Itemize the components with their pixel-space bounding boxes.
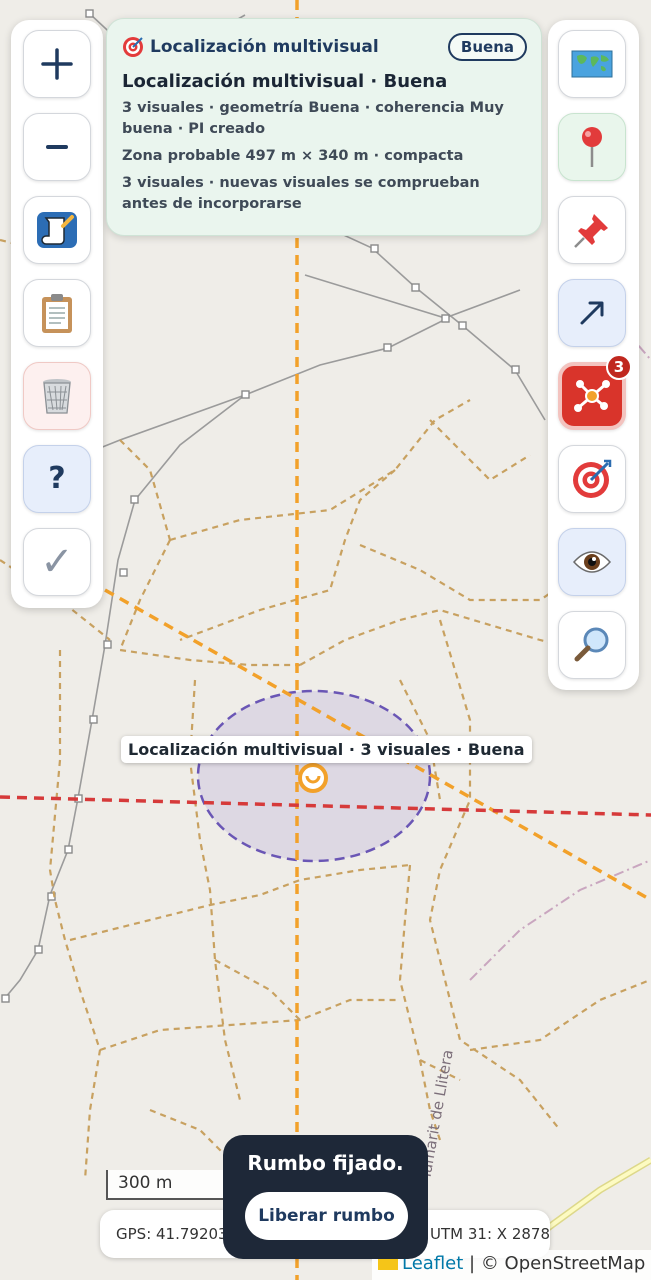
right-toolbar: 3 [548, 20, 639, 690]
trash-button[interactable] [23, 362, 91, 430]
bullseye-icon [573, 459, 612, 498]
bearing-button[interactable] [558, 279, 626, 347]
info-card-line-3: 3 visuales · nuevas visuales se comprueb… [122, 175, 480, 212]
quality-badge: Buena [447, 33, 527, 61]
network-nodes-icon [574, 380, 610, 412]
minus-icon [46, 145, 68, 149]
world-map-icon [571, 50, 613, 78]
osm-attribution[interactable]: | © OpenStreetMap [469, 1253, 645, 1274]
checkmark-icon: ✓ [40, 539, 74, 585]
scroll-pencil-icon [37, 212, 77, 248]
map-result-label: Localización multivisual · 3 visuales · … [121, 736, 532, 763]
leaflet-flag-icon [378, 1258, 398, 1270]
info-card-line-2: Zona probable 497 m × 340 m · compacta [122, 148, 464, 164]
pushpin-icon [574, 214, 608, 248]
confirm-button[interactable]: ✓ [23, 528, 91, 596]
clipboard-button[interactable] [23, 279, 91, 347]
localization-info-card: Localización multivisual Buena Localizac… [106, 18, 542, 236]
info-card-title: Localización multivisual · Buena [122, 71, 448, 92]
wastebasket-icon [43, 379, 71, 414]
multivisual-count-badge: 3 [606, 354, 632, 380]
utm-coordinates: 9 UTM 31: X 2878 [415, 1225, 550, 1243]
zoom-in-button[interactable] [23, 30, 91, 98]
place-pin-button[interactable] [558, 113, 626, 181]
pushpin-button[interactable] [558, 196, 626, 264]
info-card-line-1: 3 visuales · geometría Buena · coherenci… [122, 100, 504, 137]
target-button[interactable] [558, 445, 626, 513]
result-marker[interactable] [298, 763, 328, 793]
world-map-button[interactable] [558, 30, 626, 98]
plus-icon [41, 48, 73, 80]
target-icon [123, 37, 143, 57]
arrow-up-right-icon [580, 301, 604, 325]
left-toolbar: ? ✓ [11, 20, 103, 608]
zoom-out-button[interactable] [23, 113, 91, 181]
search-button[interactable] [558, 611, 626, 679]
magnifier-icon [574, 627, 609, 662]
eye-icon [572, 551, 612, 573]
edit-notes-button[interactable] [23, 196, 91, 264]
view-button[interactable] [558, 528, 626, 596]
bearing-toast: Rumbo fijado. Liberar rumbo [223, 1135, 428, 1259]
help-button[interactable]: ? [23, 445, 91, 513]
round-pin-icon [582, 127, 602, 167]
clipboard-icon [42, 294, 72, 333]
toast-message: Rumbo fijado. [247, 1151, 404, 1175]
question-icon: ? [48, 461, 66, 496]
release-bearing-button[interactable]: Liberar rumbo [245, 1192, 408, 1240]
info-card-header: Localización multivisual [150, 37, 379, 57]
